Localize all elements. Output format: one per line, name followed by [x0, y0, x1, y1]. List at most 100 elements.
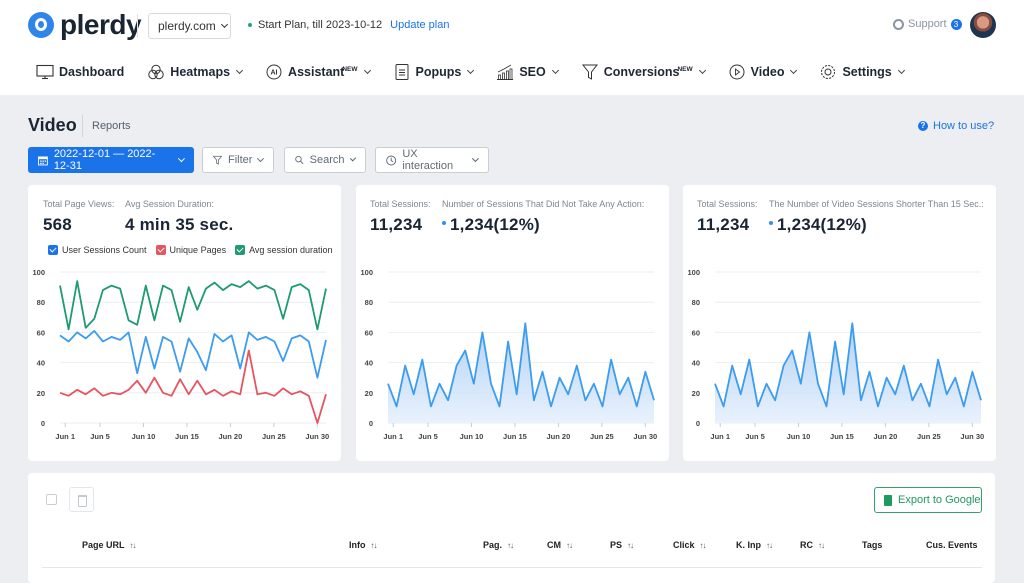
x-tick-label: Jun 10 [460, 432, 484, 441]
search-button[interactable]: Search [284, 147, 366, 173]
chevron-down-icon [257, 155, 264, 162]
y-tick-label: 60 [365, 328, 373, 337]
support-badge: 3 [951, 19, 962, 30]
nav-item-dashboard[interactable]: Dashboard [36, 62, 124, 82]
checkbox-checked[interactable] [235, 245, 245, 255]
nav-item-settings[interactable]: Settings [819, 62, 903, 82]
site-select[interactable]: plerdy.com [148, 13, 231, 39]
delete-button[interactable] [69, 487, 94, 512]
filter-label: Filter [228, 154, 252, 166]
nav-label: Settings [842, 65, 891, 79]
chevron-down-icon [178, 155, 185, 162]
sort-icon[interactable]: ↑↓ [766, 541, 772, 550]
status-dot-icon [248, 23, 252, 27]
column-header: Cus. Events [926, 540, 978, 550]
sessions-table: Export to Google Page URL↑↓Info↑↓Pag.↑↓C… [28, 473, 995, 583]
export-to-google-button[interactable]: Export to Google [874, 487, 982, 513]
nav-item-video[interactable]: Video [728, 62, 797, 82]
y-tick-label: 20 [37, 389, 45, 398]
sort-icon[interactable]: ↑↓ [818, 541, 824, 550]
sort-icon[interactable]: ↑↓ [371, 541, 377, 550]
legend-avg-session-duration[interactable]: Avg session duration [235, 245, 332, 255]
x-tick-label: Jun 10 [132, 432, 156, 441]
short-video-sessions-card: Total Sessions: 11,234 The Number of Vid… [683, 185, 996, 461]
filter-button[interactable]: Filter [202, 147, 274, 173]
column-header[interactable]: RC↑↓ [800, 540, 824, 550]
column-header: Tags [862, 540, 882, 550]
series-line [60, 351, 326, 424]
checkbox-checked[interactable] [48, 245, 58, 255]
column-header[interactable]: Click↑↓ [673, 540, 706, 550]
total-page-views-label: Total Page Views: [43, 199, 114, 209]
short-sessions-stat: 1,234(12%) [769, 215, 867, 235]
help-icon: ? [918, 121, 928, 131]
column-header[interactable]: Pag. ↑↓ [483, 540, 513, 550]
nav-label: Video [751, 65, 785, 79]
document-icon [393, 64, 411, 80]
divider [82, 115, 83, 137]
short-sessions-label: The Number of Video Sessions Shorter Tha… [769, 199, 984, 209]
ai-icon: AI [265, 64, 283, 80]
x-tick-label: Jun 10 [787, 432, 811, 441]
ux-interaction-button[interactable]: UX interaction [375, 147, 489, 173]
column-header[interactable]: PS ↑↓ [610, 540, 633, 550]
checkbox-checked[interactable] [156, 245, 166, 255]
column-header-label: Pag. [483, 540, 502, 550]
x-tick-label: Jun 5 [90, 432, 110, 441]
x-tick-label: Jun 5 [745, 432, 765, 441]
x-tick-label: Jun 15 [503, 432, 527, 441]
user-avatar[interactable] [970, 12, 996, 38]
y-tick-label: 40 [365, 359, 373, 368]
nav-item-seo[interactable]: SEO [496, 62, 557, 82]
x-tick-label: Jun 1 [710, 432, 730, 441]
how-to-label: How to use? [933, 120, 994, 132]
legend-unique-pages[interactable]: Unique Pages [156, 245, 227, 255]
sort-icon[interactable]: ↑↓ [566, 541, 572, 550]
date-range-value: 2022-12-01 — 2022-12-31 [54, 148, 170, 172]
sort-icon[interactable]: ↑↓ [700, 541, 706, 550]
y-tick-label: 80 [692, 298, 700, 307]
legend-label: Unique Pages [170, 245, 227, 255]
main-nav: Dashboard Heatmaps AI AssistantNEW Popup… [36, 62, 927, 82]
x-tick-label: Jun 25 [590, 432, 614, 441]
x-tick-label: Jun 1 [55, 432, 75, 441]
y-tick-label: 40 [37, 359, 45, 368]
support-button[interactable]: Support 3 [893, 18, 962, 30]
select-all-checkbox[interactable] [46, 494, 57, 505]
series-line [60, 281, 326, 329]
sort-icon[interactable]: ↑↓ [130, 541, 136, 550]
date-range-picker[interactable]: 2022-12-01 — 2022-12-31 [28, 147, 194, 173]
nav-label: Conversions [604, 65, 680, 79]
nav-item-heatmaps[interactable]: Heatmaps [147, 62, 242, 82]
top-header: plerdy plerdy.com Start Plan, till 2023-… [0, 0, 1024, 95]
column-header[interactable]: Page URL↑↓ [82, 540, 136, 550]
y-tick-label: 60 [37, 328, 45, 337]
chevron-down-icon [236, 67, 243, 74]
column-header[interactable]: Info↑↓ [349, 540, 377, 550]
column-header[interactable]: CM↑↓ [547, 540, 572, 550]
chart-legend: User Sessions Count Unique Pages Avg ses… [48, 245, 332, 255]
calendar-icon [38, 155, 48, 166]
how-to-use-link[interactable]: ? How to use? [918, 120, 994, 132]
y-tick-label: 20 [692, 389, 700, 398]
page-views-card: Total Page Views: 568 Avg Session Durati… [28, 185, 341, 461]
update-plan-link[interactable]: Update plan [390, 19, 449, 31]
sort-icon[interactable]: ↑↓ [627, 541, 633, 550]
column-header-label: Cus. Events [926, 540, 978, 550]
total-sessions-label: Total Sessions: [697, 199, 758, 209]
total-sessions-label: Total Sessions: [370, 199, 431, 209]
nav-item-popups[interactable]: Popups [393, 62, 474, 82]
nav-item-assistant[interactable]: AI AssistantNEW [265, 62, 369, 82]
chevron-down-icon [699, 67, 706, 74]
chevron-down-icon [221, 21, 228, 28]
sort-icon[interactable]: ↑↓ [507, 541, 513, 550]
nav-item-conversions[interactable]: ConversionsNEW [581, 62, 705, 82]
y-tick-label: 0 [696, 419, 700, 428]
page-title: Video [28, 115, 77, 136]
column-header-label: PS [610, 540, 622, 550]
column-header[interactable]: K. Inp↑↓ [736, 540, 772, 550]
legend-user-sessions[interactable]: User Sessions Count [48, 245, 147, 255]
y-tick-label: 80 [365, 298, 373, 307]
search-icon [295, 155, 304, 165]
plerdy-logo[interactable]: plerdy [28, 12, 141, 38]
